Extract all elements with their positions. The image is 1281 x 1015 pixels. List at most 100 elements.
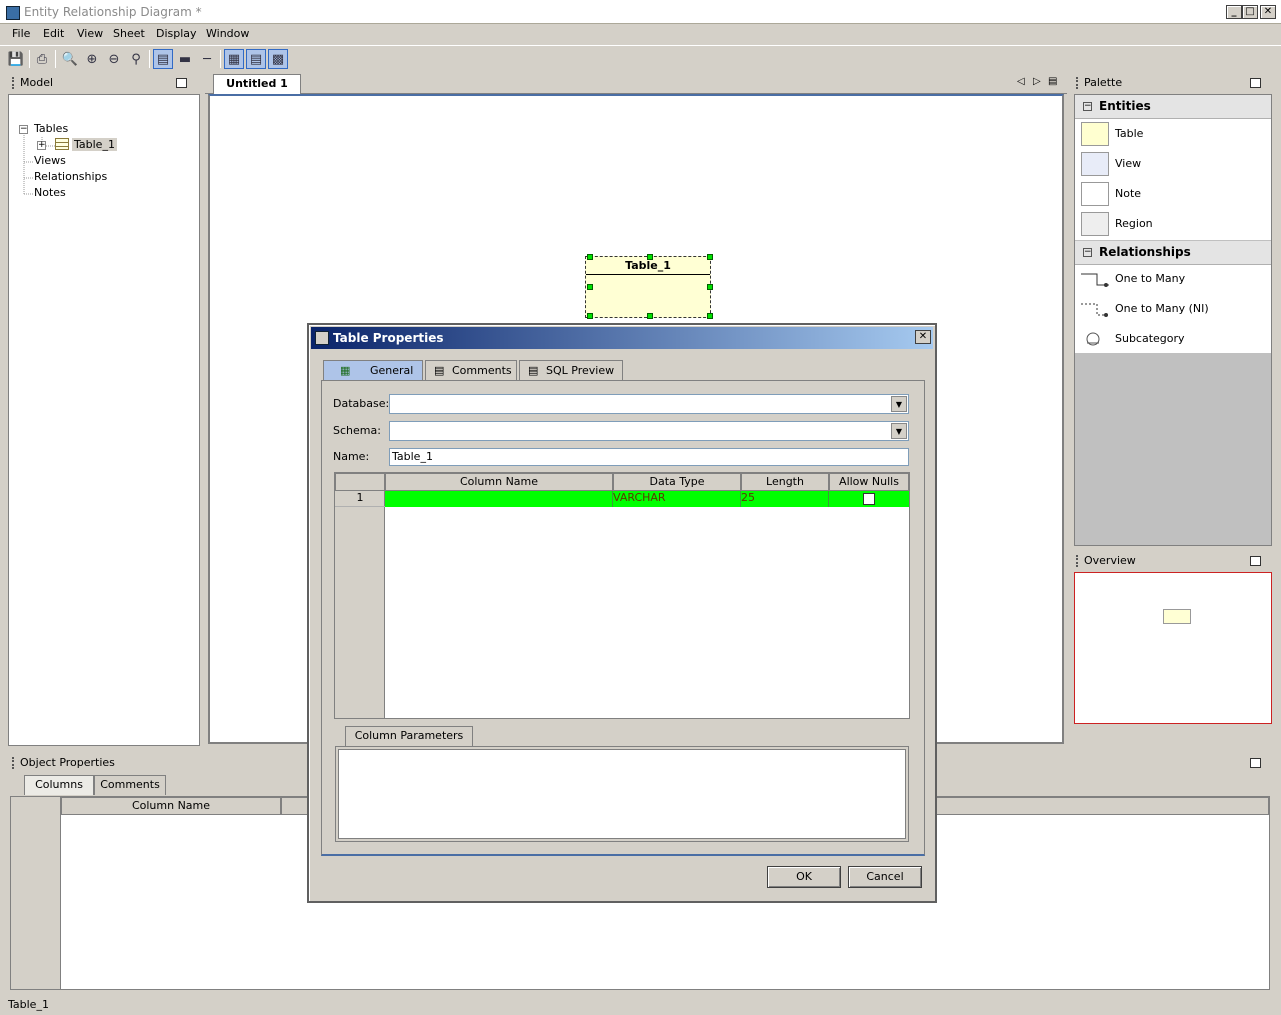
- selection-handle[interactable]: [647, 254, 653, 260]
- sql-preview-tab-icon: ▤: [528, 364, 539, 377]
- table-icon: [1081, 122, 1109, 146]
- layout-3-icon[interactable]: ▩: [268, 49, 288, 69]
- relationships-list: One to Many One to Many (NI) Subcategory: [1075, 265, 1271, 353]
- palette-table[interactable]: Table: [1075, 119, 1271, 149]
- restore-icon[interactable]: [1250, 78, 1261, 88]
- tree-item-tables[interactable]: Tables: [34, 122, 68, 135]
- drag-grip[interactable]: [12, 77, 14, 89]
- length-header[interactable]: Length: [741, 473, 829, 491]
- collapse-icon[interactable]: −: [19, 125, 28, 134]
- tab-scroll-right-icon[interactable]: ▷: [1033, 76, 1041, 87]
- tree-item-notes[interactable]: Notes: [34, 186, 66, 199]
- table-row[interactable]: VARCHAR 25: [385, 491, 909, 507]
- tab-comments[interactable]: Comments: [94, 775, 166, 795]
- dialog-app-icon: [315, 331, 329, 345]
- allow-nulls-checkbox[interactable]: [863, 493, 875, 505]
- restore-icon[interactable]: [176, 78, 187, 88]
- tree-item-table-1[interactable]: Table_1: [72, 138, 117, 151]
- selection-handle[interactable]: [587, 254, 593, 260]
- tab-columns[interactable]: Columns: [24, 775, 94, 795]
- cell-column-name[interactable]: [385, 491, 613, 507]
- view-full-icon[interactable]: ▤: [153, 49, 173, 69]
- tab-column-parameters[interactable]: Column Parameters: [345, 726, 473, 746]
- view-compact-icon[interactable]: ▬: [175, 49, 195, 69]
- menu-sheet[interactable]: Sheet: [113, 27, 145, 40]
- palette-region[interactable]: Region: [1075, 209, 1271, 239]
- menu-view[interactable]: View: [77, 27, 103, 40]
- tab-scroll-left-icon[interactable]: ◁: [1017, 76, 1025, 87]
- entities-section-header[interactable]: − Entities: [1075, 95, 1271, 119]
- menu-edit[interactable]: Edit: [43, 27, 64, 40]
- expand-icon[interactable]: +: [37, 141, 46, 150]
- menu-display[interactable]: Display: [156, 27, 197, 40]
- relationships-section-header[interactable]: − Relationships: [1075, 241, 1271, 265]
- column-parameters-area[interactable]: [338, 749, 906, 839]
- chevron-down-icon[interactable]: ▼: [891, 423, 907, 439]
- restore-icon[interactable]: [1250, 758, 1261, 768]
- database-select[interactable]: ▼: [389, 394, 909, 414]
- tree-item-views[interactable]: Views: [34, 154, 66, 167]
- layout-1-icon[interactable]: ▦: [224, 49, 244, 69]
- save-icon[interactable]: 💾: [6, 49, 26, 69]
- dialog-close-icon[interactable]: ✕: [915, 330, 931, 344]
- selection-handle[interactable]: [707, 284, 713, 290]
- menu-window[interactable]: Window: [206, 27, 249, 40]
- zoom-out-icon[interactable]: ⊖: [104, 49, 124, 69]
- palette-subcategory[interactable]: Subcategory: [1075, 325, 1271, 355]
- tab-sql-preview-label: SQL Preview: [546, 364, 615, 377]
- one-to-many-icon: [1081, 273, 1109, 287]
- palette-one-to-many[interactable]: One to Many: [1075, 265, 1271, 295]
- zoom-fit-icon[interactable]: ⚲: [126, 49, 146, 69]
- palette-one-to-many-ni[interactable]: One to Many (NI): [1075, 295, 1271, 325]
- tab-general-label: General: [370, 364, 414, 377]
- view-header-icon[interactable]: ─: [197, 49, 217, 69]
- toolbar-separator: [149, 50, 150, 68]
- layout-2-icon[interactable]: ▤: [246, 49, 266, 69]
- restore-icon[interactable]: [1250, 556, 1261, 566]
- selection-handle[interactable]: [587, 313, 593, 319]
- palette-note[interactable]: Note: [1075, 179, 1271, 209]
- menu-file[interactable]: File: [12, 27, 30, 40]
- model-panel-header: Model: [8, 74, 200, 92]
- name-input[interactable]: Table_1: [389, 448, 909, 466]
- database-label: Database:: [333, 397, 390, 410]
- cell-length[interactable]: 25: [741, 491, 829, 507]
- chevron-down-icon[interactable]: ▼: [891, 396, 907, 412]
- selection-handle[interactable]: [647, 313, 653, 319]
- minimize-button[interactable]: _: [1226, 5, 1242, 19]
- ok-button[interactable]: OK: [767, 866, 841, 888]
- maximize-button[interactable]: □: [1242, 5, 1258, 19]
- column-name-header[interactable]: Column Name: [385, 473, 613, 491]
- tab-general[interactable]: ▦ General: [323, 360, 423, 380]
- selection-handle[interactable]: [707, 254, 713, 260]
- data-type-header[interactable]: Data Type: [613, 473, 741, 491]
- zoom-in-icon[interactable]: ⊕: [82, 49, 102, 69]
- drag-grip[interactable]: [12, 757, 14, 769]
- allow-nulls-header[interactable]: Allow Nulls: [829, 473, 909, 491]
- tab-sql-preview[interactable]: ▤ SQL Preview: [519, 360, 623, 380]
- tree-item-relationships[interactable]: Relationships: [34, 170, 107, 183]
- selection-handle[interactable]: [707, 313, 713, 319]
- close-button[interactable]: ✕: [1260, 5, 1276, 19]
- menu-bar: File Edit View Sheet Display Window: [0, 24, 1281, 44]
- tab-comments-dialog[interactable]: ▤ Comments: [425, 360, 517, 380]
- palette-view[interactable]: View: [1075, 149, 1271, 179]
- drag-grip[interactable]: [1076, 77, 1078, 89]
- palette-view-label: View: [1115, 157, 1142, 170]
- drag-grip[interactable]: [1076, 555, 1078, 567]
- tab-untitled-1[interactable]: Untitled 1: [213, 74, 301, 94]
- collapse-icon[interactable]: −: [1083, 248, 1092, 257]
- selection-handle[interactable]: [587, 284, 593, 290]
- table-entity[interactable]: Table_1: [585, 256, 711, 318]
- column-header[interactable]: Column Name: [61, 797, 281, 815]
- cancel-button[interactable]: Cancel: [848, 866, 922, 888]
- tab-list-icon[interactable]: ▤: [1048, 76, 1057, 87]
- collapse-icon[interactable]: −: [1083, 102, 1092, 111]
- print-icon[interactable]: ⎙: [32, 49, 52, 69]
- zoom-icon[interactable]: 🔍: [60, 49, 80, 69]
- cell-data-type[interactable]: VARCHAR: [613, 491, 741, 507]
- row-number[interactable]: 1: [335, 491, 385, 507]
- overview-viewport[interactable]: [1074, 572, 1272, 724]
- palette-subcategory-label: Subcategory: [1115, 332, 1185, 345]
- schema-select[interactable]: ▼: [389, 421, 909, 441]
